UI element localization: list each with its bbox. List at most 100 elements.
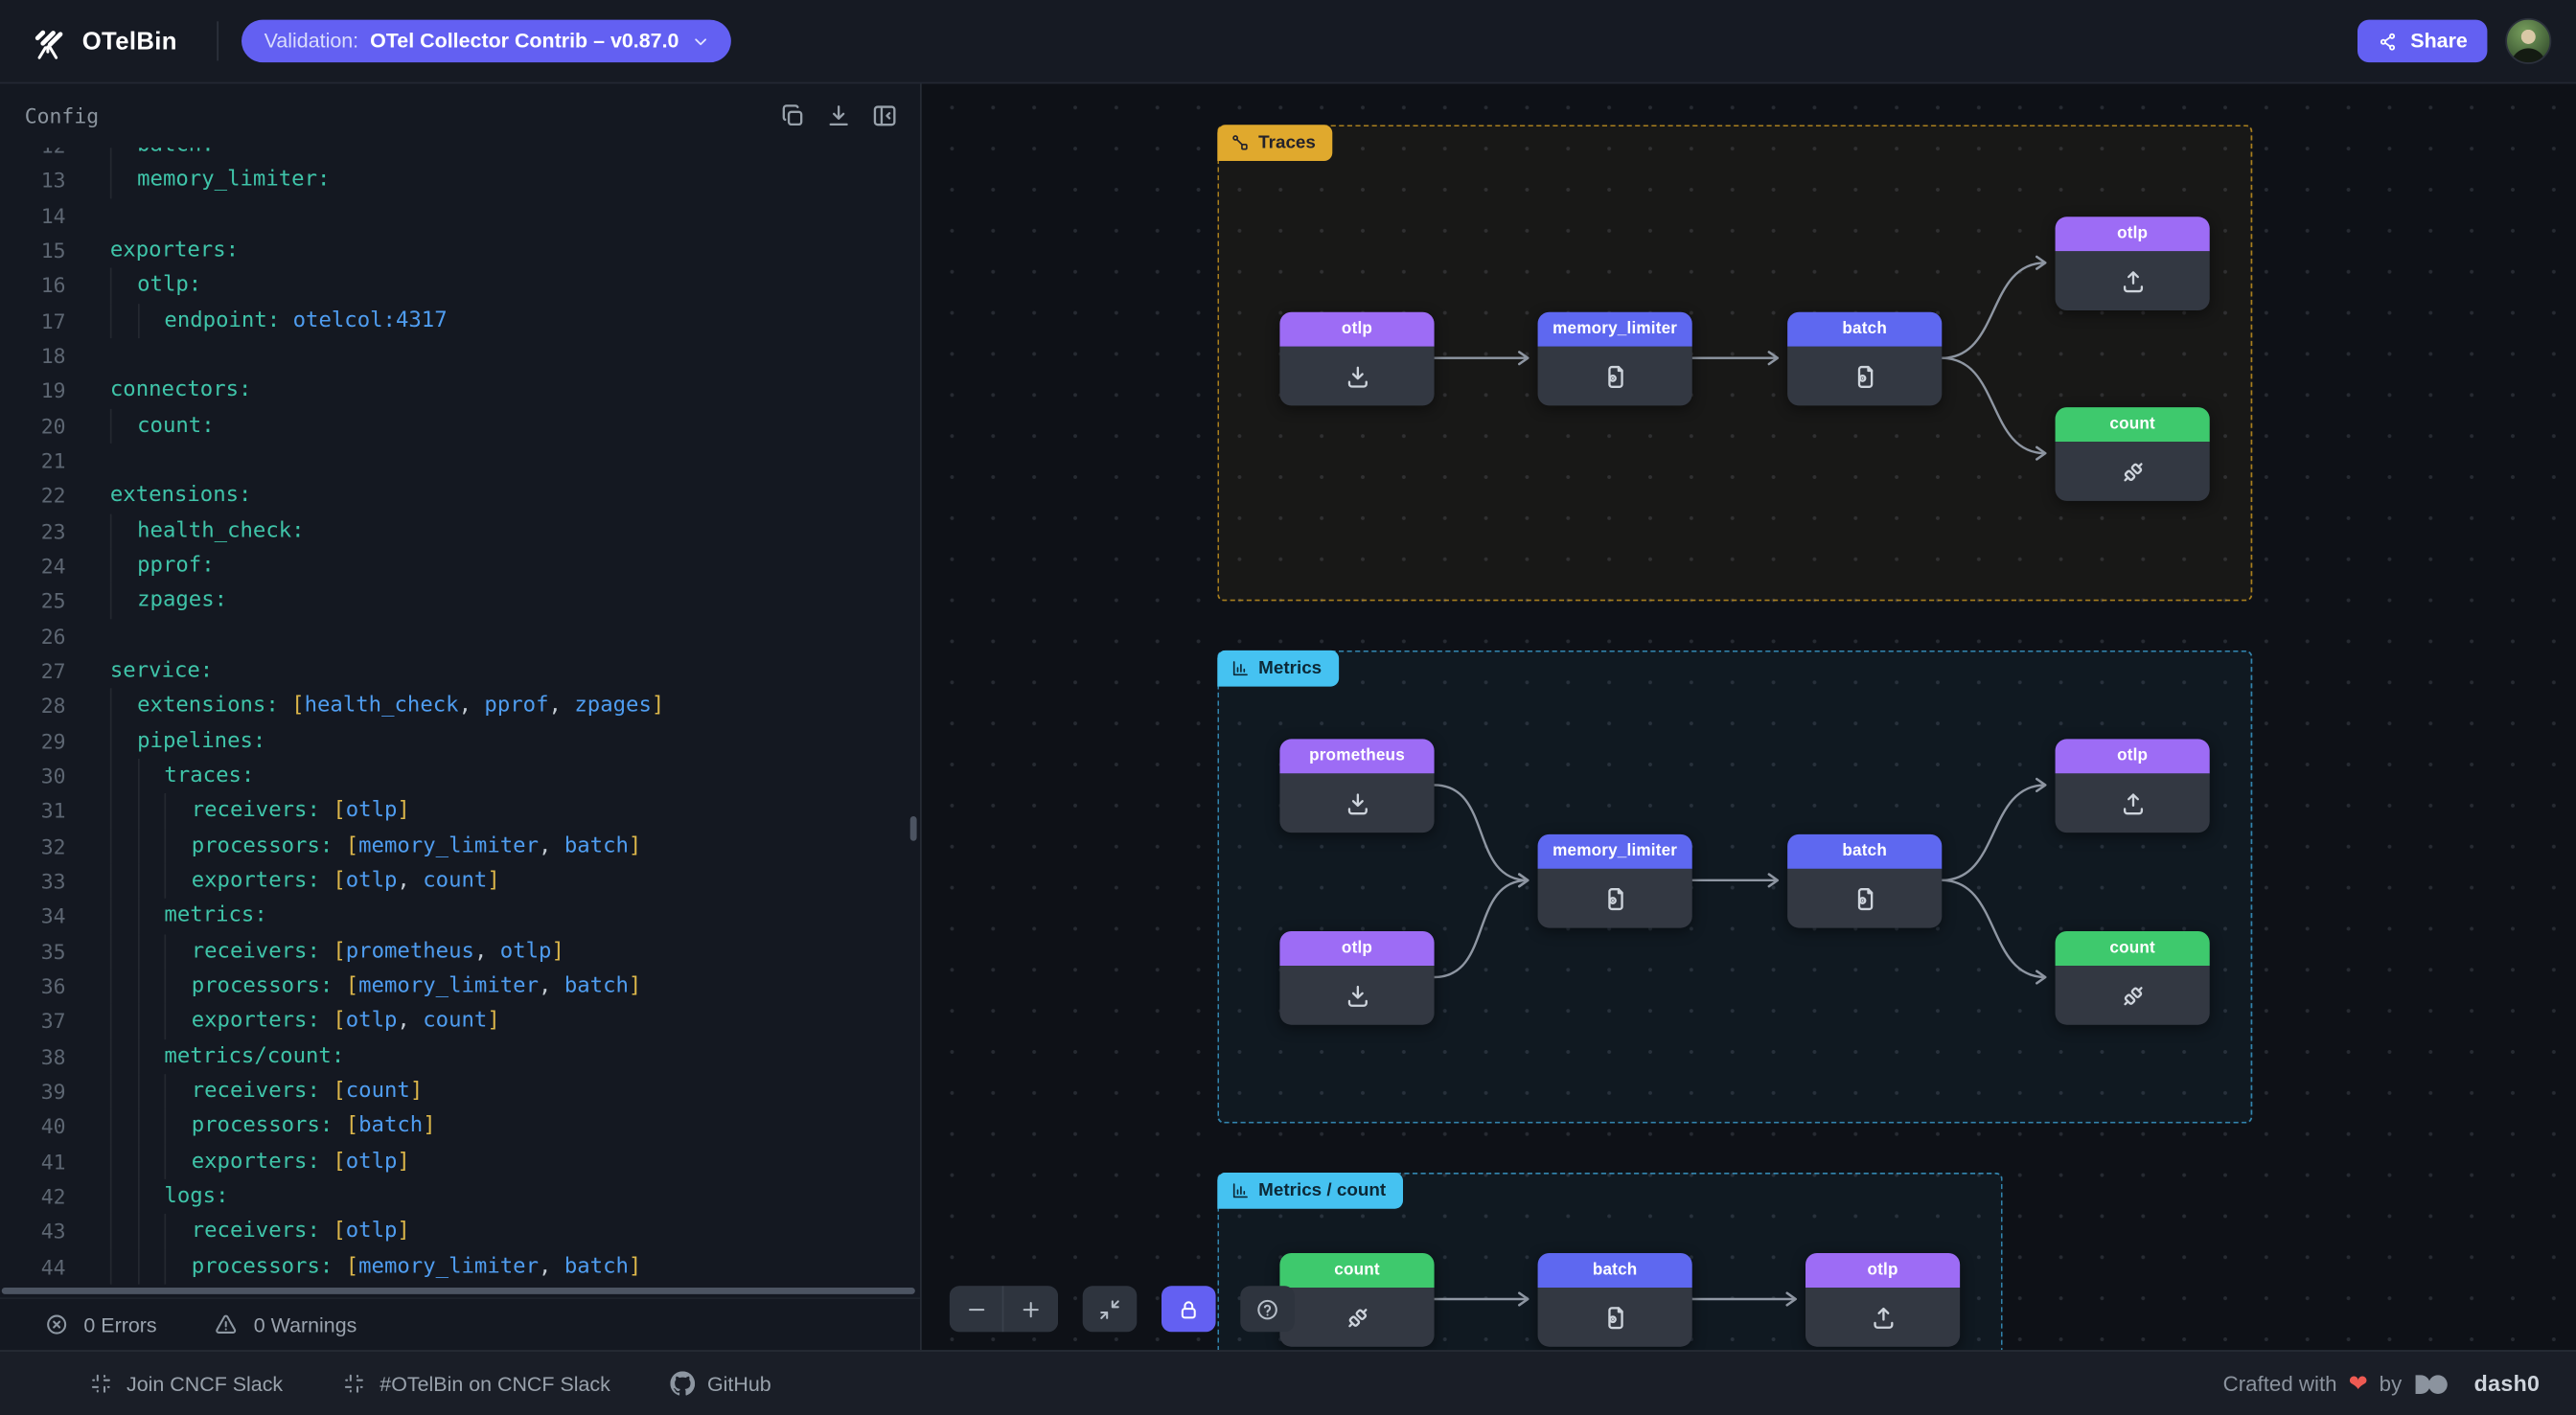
node-prometheus[interactable]: prometheus [1279,739,1434,833]
code-line[interactable]: 34metrics: [0,899,918,934]
config-title: Config [25,103,99,128]
help-icon [1255,1296,1280,1321]
validation-dropdown[interactable]: Validation: OTel Collector Contrib – v0.… [242,20,732,63]
bar-chart-icon [1230,1181,1251,1201]
node-count[interactable]: count [2056,407,2210,501]
config-panel-header: Config [0,83,920,148]
node-otlp[interactable]: otlp [1279,931,1434,1025]
node-otlp[interactable]: otlp [2056,217,2210,310]
code-line[interactable]: 41exporters: [otlp] [0,1144,918,1179]
node-batch[interactable]: batch [1787,312,1942,406]
zoom-in-button[interactable] [1003,1286,1058,1332]
code-line[interactable]: 18 [0,338,918,374]
warning-triangle-icon [215,1312,240,1337]
code-line[interactable]: 27service: [0,653,918,689]
code-line[interactable]: 31receivers: [otlp] [0,793,918,829]
code-line[interactable]: 17endpoint: otelcol:4317 [0,304,918,339]
lock-button[interactable] [1162,1286,1216,1332]
line-number: 17 [0,304,66,339]
node-body [1787,869,1942,928]
code-line[interactable]: 24pprof: [0,548,918,583]
fit-view-button[interactable] [1083,1286,1138,1332]
code-line[interactable]: 26 [0,619,918,654]
code-line[interactable]: 25zpages: [0,583,918,619]
node-label: otlp [2056,739,2210,773]
code-line[interactable]: 15exporters: [0,233,918,268]
exporter-icon [1869,1303,1897,1331]
code-line[interactable]: 14 [0,198,918,234]
validation-value: OTel Collector Contrib – v0.87.0 [370,30,678,53]
node-body [1806,1288,1960,1347]
line-number: 32 [0,829,66,864]
footer-links: Join CNCF Slack #OTelBin on CNCF Slack Git… [89,1371,771,1396]
code-line[interactable]: 37exporters: [otlp, count] [0,1004,918,1039]
footer-link-label: Join CNCF Slack [126,1372,283,1395]
code-line[interactable]: 21 [0,444,918,479]
brand-name[interactable]: dash0 [2474,1371,2541,1396]
code-line[interactable]: 13memory_limiter: [0,163,918,198]
flow-canvas[interactable]: TracesMetricsMetrics / count otlpmemory_… [922,83,2576,1350]
yaml-editor[interactable]: 12batch:13memory_limiter:1415exporters:1… [0,148,918,1297]
editor-vertical-scrollbar[interactable] [910,816,917,841]
node-label: prometheus [1279,739,1434,773]
receiver-icon [1343,362,1370,390]
editor-horizontal-scrollbar[interactable] [2,1288,915,1294]
collapse-panel-icon[interactable] [871,102,899,129]
code-line[interactable]: 30traces: [0,759,918,794]
code-line[interactable]: 12batch: [0,148,918,163]
receiver-icon [1343,789,1370,817]
errors-status[interactable]: 0 Errors [44,1312,156,1337]
code-line[interactable]: 39receivers: [count] [0,1074,918,1109]
footer-link-join-cncf-slack[interactable]: Join CNCF Slack [89,1371,284,1396]
footer-link-github[interactable]: GitHub [670,1371,771,1396]
node-memory_limiter[interactable]: memory_limiter [1538,312,1692,406]
route-icon [1230,133,1251,153]
code-line[interactable]: 29pipelines: [0,723,918,759]
line-number: 28 [0,689,66,724]
zoom-out-button[interactable] [950,1286,1004,1332]
node-count[interactable]: count [1279,1253,1434,1347]
code-line[interactable]: 22extensions: [0,478,918,514]
node-otlp[interactable]: otlp [2056,739,2210,833]
code-line[interactable]: 19connectors: [0,374,918,409]
node-memory_limiter[interactable]: memory_limiter [1538,834,1692,928]
fit-view-icon [1097,1296,1122,1321]
node-label: count [2056,407,2210,442]
help-button[interactable] [1240,1286,1295,1332]
code-line[interactable]: 42logs: [0,1179,918,1215]
code-line[interactable]: 33exporters: [otlp, count] [0,864,918,900]
line-number: 22 [0,478,66,514]
footer-link--otelbin-on-cncf-slack[interactable]: #OTelBin on CNCF Slack [342,1371,610,1396]
code-line[interactable]: 40processors: [batch] [0,1108,918,1144]
share-button[interactable]: Share [2358,20,2487,63]
code-line[interactable]: 44processors: [memory_limiter, batch] [0,1249,918,1285]
code-line[interactable]: 43receivers: [otlp] [0,1214,918,1249]
node-otlp[interactable]: otlp [1806,1253,1960,1347]
node-batch[interactable]: batch [1538,1253,1692,1347]
code-line[interactable]: 35receivers: [prometheus, otlp] [0,934,918,970]
node-batch[interactable]: batch [1787,834,1942,928]
warnings-status[interactable]: 0 Warnings [215,1312,357,1337]
code-line[interactable]: 16otlp: [0,268,918,304]
line-number: 37 [0,1004,66,1039]
copy-icon[interactable] [779,102,807,129]
code-text: metrics: [110,899,267,934]
footer-link-label: #OTelBin on CNCF Slack [380,1372,610,1395]
code-line[interactable]: 36processors: [memory_limiter, batch] [0,969,918,1004]
user-avatar[interactable] [2505,18,2551,64]
code-text: processors: [batch] [110,1108,436,1144]
node-count[interactable]: count [2056,931,2210,1025]
download-icon[interactable] [825,102,853,129]
node-label: memory_limiter [1538,312,1692,347]
code-line[interactable]: 38metrics/count: [0,1038,918,1074]
group-title: Metrics / count [1258,1181,1386,1201]
footer: Join CNCF Slack #OTelBin on CNCF Slack Git… [0,1350,2576,1415]
status-bar: 0 Errors 0 Warnings [0,1297,920,1350]
node-otlp[interactable]: otlp [1279,312,1434,406]
code-line[interactable]: 20count: [0,408,918,444]
code-line[interactable]: 23health_check: [0,514,918,549]
node-body [1279,773,1434,833]
code-line[interactable]: 32processors: [memory_limiter, batch] [0,829,918,864]
line-number: 24 [0,548,66,583]
code-line[interactable]: 28extensions: [health_check, pprof, zpag… [0,689,918,724]
